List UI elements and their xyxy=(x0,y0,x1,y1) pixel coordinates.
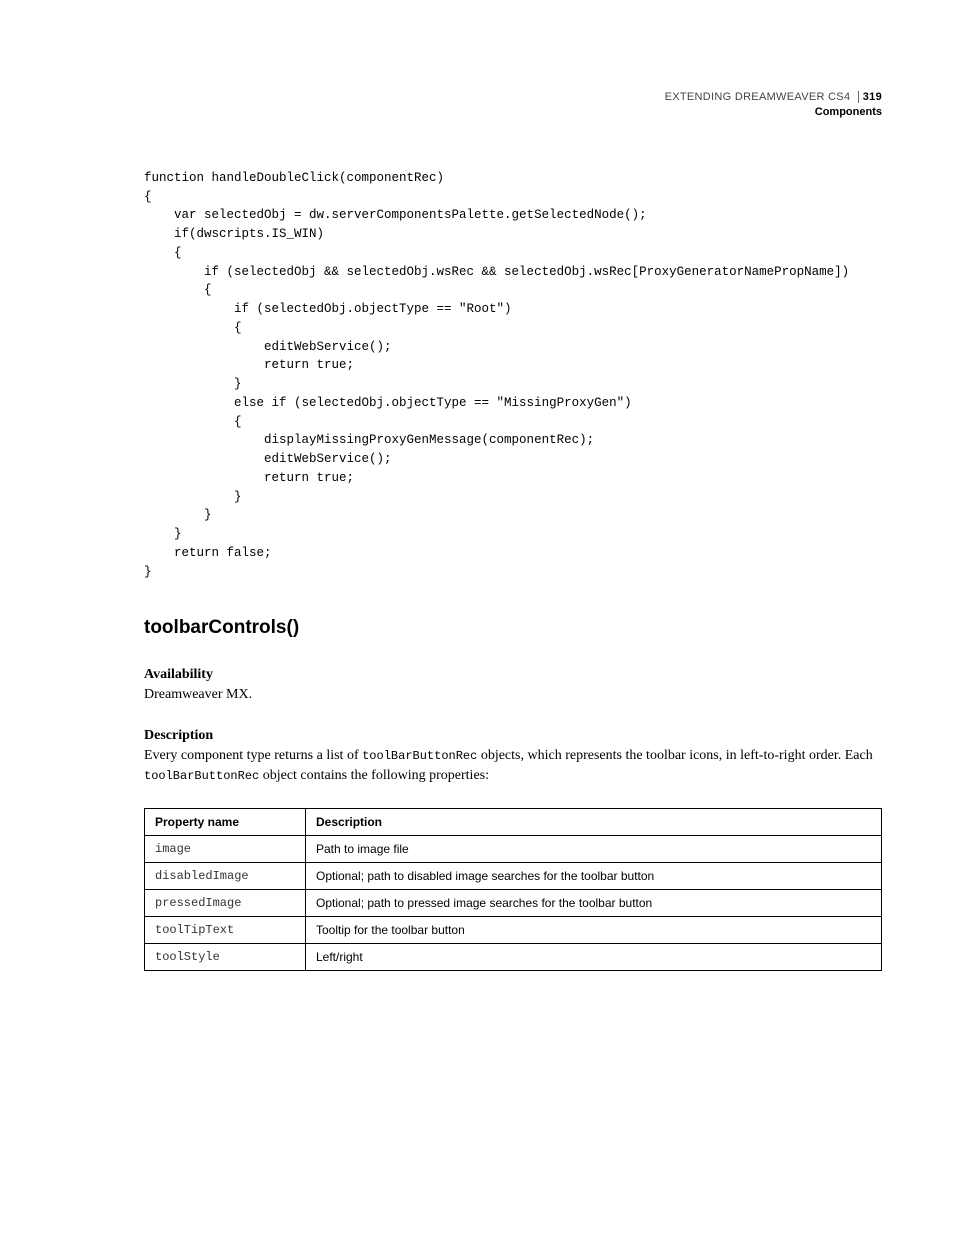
table-header-row: Property name Description xyxy=(145,809,882,836)
table-cell-desc: Optional; path to pressed image searches… xyxy=(306,890,882,917)
table-cell-prop: disabledImage xyxy=(145,863,306,890)
table-cell-desc: Optional; path to disabled image searche… xyxy=(306,863,882,890)
page-header: EXTENDING DREAMWEAVER CS4 319 Components xyxy=(144,90,882,121)
table-header-property: Property name xyxy=(145,809,306,836)
table-cell-prop: toolStyle xyxy=(145,944,306,971)
table-row: pressedImage Optional; path to pressed i… xyxy=(145,890,882,917)
header-doc-title: EXTENDING DREAMWEAVER CS4 xyxy=(665,91,851,103)
inline-code-2: toolBarButtonRec xyxy=(144,769,259,783)
description-text-pre: Every component type returns a list of xyxy=(144,748,362,763)
table-cell-prop: toolTipText xyxy=(145,917,306,944)
description-text-post: object contains the following properties… xyxy=(259,768,489,783)
header-section: Components xyxy=(144,105,882,120)
table-cell-desc: Path to image file xyxy=(306,836,882,863)
table-header-description: Description xyxy=(306,809,882,836)
table-row: disabledImage Optional; path to disabled… xyxy=(145,863,882,890)
table-cell-desc: Left/right xyxy=(306,944,882,971)
table-cell-prop: pressedImage xyxy=(145,890,306,917)
header-doc-title-line: EXTENDING DREAMWEAVER CS4 319 xyxy=(144,90,882,105)
description-text: Every component type returns a list of t… xyxy=(144,746,882,787)
page-container: EXTENDING DREAMWEAVER CS4 319 Components… xyxy=(0,0,954,1031)
description-text-mid: objects, which represents the toolbar ic… xyxy=(477,748,872,763)
inline-code-1: toolBarButtonRec xyxy=(362,749,477,763)
table-cell-desc: Tooltip for the toolbar button xyxy=(306,917,882,944)
availability-text: Dreamweaver MX. xyxy=(144,685,882,705)
properties-table: Property name Description image Path to … xyxy=(144,808,882,971)
table-row: toolTipText Tooltip for the toolbar butt… xyxy=(145,917,882,944)
code-example: function handleDoubleClick(componentRec)… xyxy=(144,169,882,582)
table-row: image Path to image file xyxy=(145,836,882,863)
description-heading: Description xyxy=(144,728,882,744)
header-page-number: 319 xyxy=(858,91,882,103)
availability-heading: Availability xyxy=(144,667,882,683)
table-row: toolStyle Left/right xyxy=(145,944,882,971)
section-title: toolbarControls() xyxy=(144,617,882,639)
table-cell-prop: image xyxy=(145,836,306,863)
